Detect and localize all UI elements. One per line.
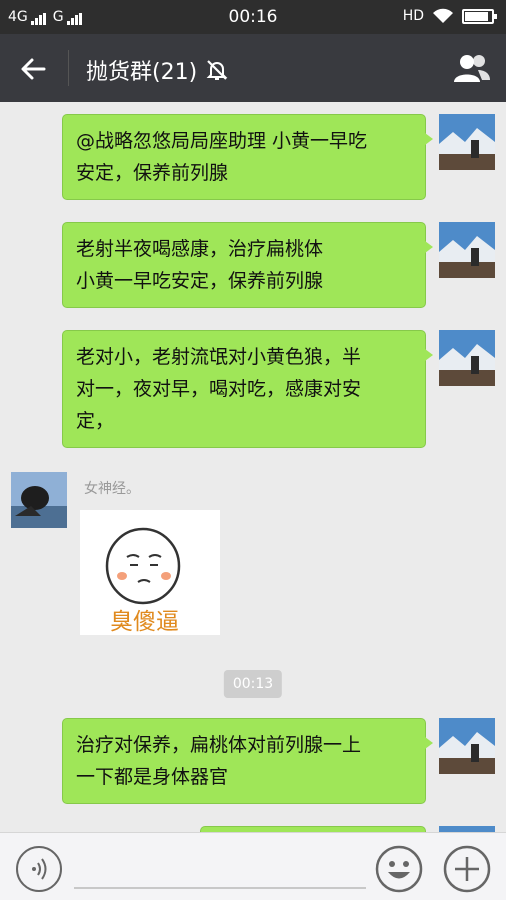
wifi-icon [433,8,453,23]
sender-avatar[interactable] [11,472,67,528]
message-line: 老射半夜喝感康，治疗扁桃体 [76,238,324,260]
chat-header: 抛货群(21) [0,34,506,102]
back-arrow-icon[interactable] [18,54,48,84]
message-line: @战略忽悠局局座助理 小黄一早吃 [76,130,368,152]
message-line: 老对小，老射流氓对小黄色狼，半 [76,346,362,368]
timestamp: 00:13 [223,670,283,698]
message-bubble[interactable]: 老对小，老射流氓对小黄色狼，半 对一，夜对早，喝对吃，感康对安 定， [62,330,433,448]
group-name: 抛货群(21) [86,60,198,85]
message-line: 安定，保养前列腺 [76,162,229,184]
message-line: 定， [76,410,115,432]
message-line: 一下都是身体器官 [76,766,229,788]
message-bubble[interactable]: 治疗对保养，扁桃体对前列腺一上 一下都是身体器官 [62,718,433,804]
group-members-icon[interactable] [454,52,490,84]
voice-button[interactable] [16,846,62,892]
hd-label: HD [402,8,424,24]
emoji-icon[interactable] [375,845,423,893]
message-line: 治疗对保养，扁桃体对前列腺一上 [76,734,362,756]
plus-icon[interactable] [443,845,491,893]
message-bubble[interactable]: @战略忽悠局局座助理 小黄一早吃 安定，保养前列腺 [62,114,433,200]
battery-level [465,11,488,21]
message-bubble[interactable]: 老射半夜喝感康，治疗扁桃体 小黄一早吃安定，保养前列腺 [62,222,433,308]
status-bar: 4G G 00:16 HD [0,0,506,34]
chat-title: 抛货群(21) [86,54,229,86]
message-line: 对一，夜对早，喝对吃，感康对安 [76,378,362,400]
sticker-message[interactable]: 臭傻逼 [80,510,220,635]
sender-nickname: 女神经。 [84,481,140,497]
input-bar [0,832,506,900]
message-list[interactable]: @战略忽悠局局座助理 小黄一早吃 安定，保养前列腺 老射半夜喝感康，治疗扁桃体 … [0,102,506,832]
message-line: 小黄一早吃安定，保养前列腺 [76,270,324,292]
my-avatar[interactable] [439,222,495,278]
mute-bell-icon [206,60,228,80]
sticker-caption: 臭傻逼 [110,609,179,635]
my-avatar[interactable] [439,114,495,170]
my-avatar[interactable] [439,330,495,386]
message-input[interactable] [74,849,366,889]
header-divider [68,50,69,86]
battery-icon [462,8,497,24]
voice-icon [32,858,47,880]
my-avatar[interactable] [439,718,495,774]
